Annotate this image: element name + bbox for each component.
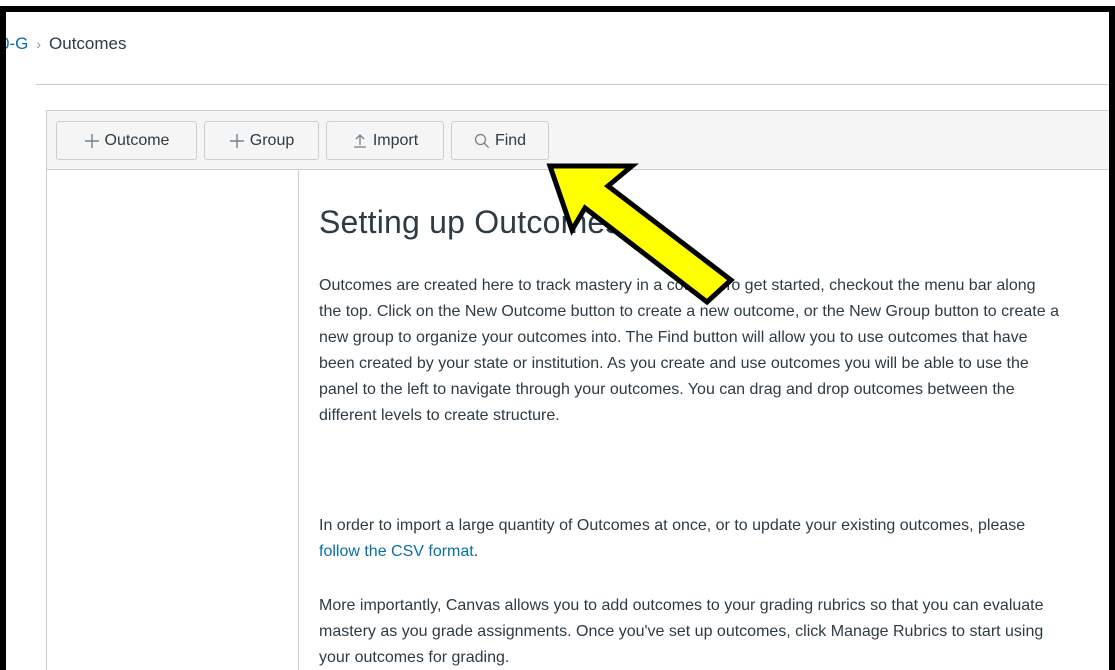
find-label: Find [494,131,527,149]
plus-icon [229,133,245,149]
import-paragraph-text: In order to import a large quantity of O… [319,517,1026,534]
add-outcome-label: Outcome [104,131,170,149]
screenshot-frame: 0-G › Outcomes Outcome Group Import Find… [0,6,1115,670]
csv-format-link[interactable]: follow the CSV format [319,543,474,560]
breadcrumb-separator: › [36,36,42,52]
import-paragraph: In order to import a large quantity of O… [319,513,1059,565]
breadcrumb-current: Outcomes [49,34,127,53]
rubrics-paragraph: More importantly, Canvas allows you to a… [319,597,1044,666]
import-label: Import [372,131,419,149]
search-icon [474,133,490,149]
header-divider [36,84,1109,85]
breadcrumb: 0-G › Outcomes [6,30,127,58]
upload-icon [352,133,368,149]
annotation-arrow-icon [546,163,735,306]
import-paragraph-end: . [473,543,479,560]
add-group-button[interactable]: Group [204,121,319,160]
add-group-label: Group [249,131,295,149]
find-button[interactable]: Find [451,121,549,160]
add-outcome-button[interactable]: Outcome [56,121,197,160]
outcomes-navigation-panel[interactable] [46,169,299,670]
plus-icon [84,133,100,149]
import-button[interactable]: Import [326,121,444,160]
breadcrumb-course-link[interactable]: 0-G [6,34,28,54]
